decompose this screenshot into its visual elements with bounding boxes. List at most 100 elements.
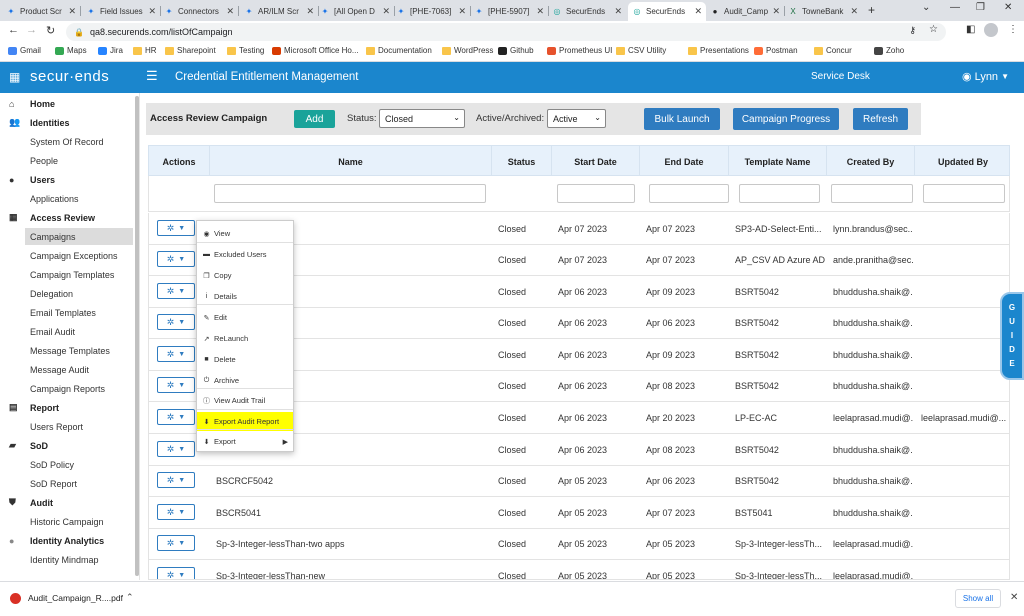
dropdown-item-copy[interactable]: ❐ Copy	[197, 266, 293, 285]
sidebar-item-email-templates[interactable]: Email Templates	[0, 304, 138, 321]
bookmark-item[interactable]: Zoho	[874, 46, 904, 55]
browser-tab[interactable]: ✦ [PHE-7063] ✕	[392, 2, 470, 21]
close-window-icon[interactable]: ✕	[1004, 2, 1012, 13]
row-actions-button[interactable]: ✲ ▼	[157, 346, 195, 362]
row-actions-button[interactable]: ✲ ▼	[157, 409, 195, 425]
browser-tab[interactable]: ✦ Connectors ✕	[160, 2, 238, 21]
row-actions-button[interactable]: ✲ ▼	[157, 441, 195, 457]
dropdown-item-delete[interactable]: ■ Delete	[197, 350, 293, 369]
bookmark-item[interactable]: HR	[133, 46, 157, 55]
restore-icon[interactable]: ❐	[976, 2, 985, 13]
dropdown-item-view[interactable]: ◉ View	[197, 224, 293, 243]
column-header-created-by[interactable]: Created By	[827, 146, 915, 177]
sidebar-item-users-report[interactable]: Users Report	[0, 418, 138, 435]
close-tab-icon[interactable]: ✕	[306, 6, 314, 17]
star-icon[interactable]: ☆	[929, 24, 938, 35]
hamburger-icon[interactable]: ☰	[146, 68, 158, 84]
sidebar-item-historic-campaign[interactable]: Historic Campaign	[0, 513, 138, 530]
back-icon[interactable]: ←	[8, 24, 19, 36]
sidebar-item-users[interactable]: ● Users	[0, 171, 138, 188]
close-tab-icon[interactable]: ✕	[850, 6, 858, 17]
close-download-bar-icon[interactable]: ✕	[1010, 592, 1018, 603]
close-tab-icon[interactable]: ✕	[382, 6, 390, 17]
bulk-launch-button[interactable]: Bulk Launch	[644, 108, 720, 130]
bookmark-item[interactable]: CSV Utility	[616, 46, 666, 55]
row-actions-button[interactable]: ✲ ▼	[157, 377, 195, 393]
browser-tab[interactable]: ✦ Field Issues ✕	[82, 2, 160, 21]
status-select[interactable]: Closed ⌄	[379, 109, 465, 128]
browser-tab[interactable]: ✦ [All Open D ✕	[316, 2, 394, 21]
sidebar-item-sod-policy[interactable]: SoD Policy	[0, 456, 138, 473]
sidebar-item-email-audit[interactable]: Email Audit	[0, 323, 138, 340]
close-tab-icon[interactable]: ✕	[226, 6, 234, 17]
new-tab-icon[interactable]: +	[868, 3, 875, 17]
bookmark-item[interactable]: Gmail	[8, 46, 41, 55]
close-tab-icon[interactable]: ✕	[614, 6, 622, 17]
browser-tab[interactable]: ◎ SecurEnds ✕	[548, 2, 626, 21]
sidebar-item-sod-report[interactable]: SoD Report	[0, 475, 138, 492]
start-date-filter-input[interactable]	[557, 184, 635, 203]
forward-icon[interactable]: →	[26, 24, 37, 36]
row-actions-button[interactable]: ✲ ▼	[157, 504, 195, 520]
sidebar-item-identities[interactable]: 👥 Identities	[0, 114, 138, 131]
bookmark-item[interactable]: Concur	[814, 46, 852, 55]
key-icon[interactable]: ⚷	[909, 25, 916, 36]
column-header-updated-by[interactable]: Updated By	[915, 146, 1011, 177]
bookmark-item[interactable]: Presentations	[688, 46, 749, 55]
sidebar-item-home[interactable]: ⌂ Home	[0, 95, 138, 112]
bookmark-item[interactable]: Jira	[98, 46, 123, 55]
sidebar-item-campaign-reports[interactable]: Campaign Reports	[0, 380, 138, 397]
browser-tab[interactable]: ✦ [PHE-5907] ✕	[470, 2, 548, 21]
sidebar-item-report[interactable]: ▤ Report	[0, 399, 138, 416]
reload-icon[interactable]: ↻	[46, 24, 55, 37]
add-button[interactable]: Add	[294, 110, 335, 128]
sidebar-item-message-audit[interactable]: Message Audit	[0, 361, 138, 378]
browser-tab[interactable]: ◎ SecurEnds ✕	[628, 2, 706, 21]
profile-avatar[interactable]	[984, 23, 998, 37]
logo[interactable]: secur·ends	[30, 68, 109, 85]
name-filter-input[interactable]	[214, 184, 486, 203]
row-actions-button[interactable]: ✲ ▼	[157, 535, 195, 551]
show-all-button[interactable]: Show all	[955, 589, 1001, 608]
close-tab-icon[interactable]: ✕	[694, 6, 702, 17]
bookmark-item[interactable]: Github	[498, 46, 534, 55]
column-header-start-date[interactable]: Start Date	[552, 146, 640, 177]
column-header-actions[interactable]: Actions	[149, 146, 210, 177]
tab-search-icon[interactable]: ⌄	[922, 2, 930, 13]
minimize-icon[interactable]: —	[950, 2, 960, 13]
column-header-template-name[interactable]: Template Name	[729, 146, 827, 177]
close-tab-icon[interactable]: ✕	[458, 6, 466, 17]
close-tab-icon[interactable]: ✕	[68, 6, 76, 17]
dropdown-item-export[interactable]: ⬇ Export ▶	[197, 432, 293, 451]
updated-by-filter-input[interactable]	[923, 184, 1005, 203]
sidebar-item-audit[interactable]: ⛊ Audit	[0, 494, 138, 511]
browser-tab[interactable]: ● Audit_Camp ✕	[706, 2, 784, 21]
bookmark-item[interactable]: Prometheus UI	[547, 46, 612, 55]
bookmark-item[interactable]: Microsoft Office Ho...	[272, 46, 359, 55]
download-chevron-icon[interactable]: ⌃	[126, 592, 134, 603]
row-actions-button[interactable]: ✲ ▼	[157, 472, 195, 488]
close-tab-icon[interactable]: ✕	[536, 6, 544, 17]
bookmark-item[interactable]: Sharepoint	[165, 46, 216, 55]
sidebar-item-campaign-templates[interactable]: Campaign Templates	[0, 266, 138, 283]
dropdown-item-excluded-users[interactable]: ▬ Excluded Users	[197, 245, 293, 264]
browser-tab[interactable]: ✦ AR/ILM Scr ✕	[240, 2, 318, 21]
close-tab-icon[interactable]: ✕	[772, 6, 780, 17]
row-actions-button[interactable]: ✲ ▼	[157, 567, 195, 579]
browser-tab[interactable]: ✦ Product Scr ✕	[2, 2, 80, 21]
end-date-filter-input[interactable]	[649, 184, 729, 203]
archived-select[interactable]: Active ⌄	[547, 109, 606, 128]
sidebar-item-campaign-exceptions[interactable]: Campaign Exceptions	[0, 247, 138, 264]
sidebar-item-access-review[interactable]: ▦ Access Review	[0, 209, 138, 226]
bookmark-item[interactable]: WordPress	[442, 46, 493, 55]
bookmark-item[interactable]: Documentation	[366, 46, 432, 55]
sidebar-item-message-templates[interactable]: Message Templates	[0, 342, 138, 359]
download-file-name[interactable]: Audit_Campaign_R....pdf	[28, 593, 123, 603]
dropdown-item-relaunch[interactable]: ↗ ReLaunch	[197, 329, 293, 348]
guide-tab[interactable]: GUIDE	[1000, 292, 1024, 380]
sidebar-item-applications[interactable]: Applications	[0, 190, 138, 207]
row-actions-button[interactable]: ✲ ▼	[157, 314, 195, 330]
refresh-button[interactable]: Refresh	[853, 108, 908, 130]
campaign-progress-button[interactable]: Campaign Progress	[733, 108, 839, 130]
dropdown-item-view-audit-trail[interactable]: ⓘ View Audit Trail	[197, 391, 293, 410]
